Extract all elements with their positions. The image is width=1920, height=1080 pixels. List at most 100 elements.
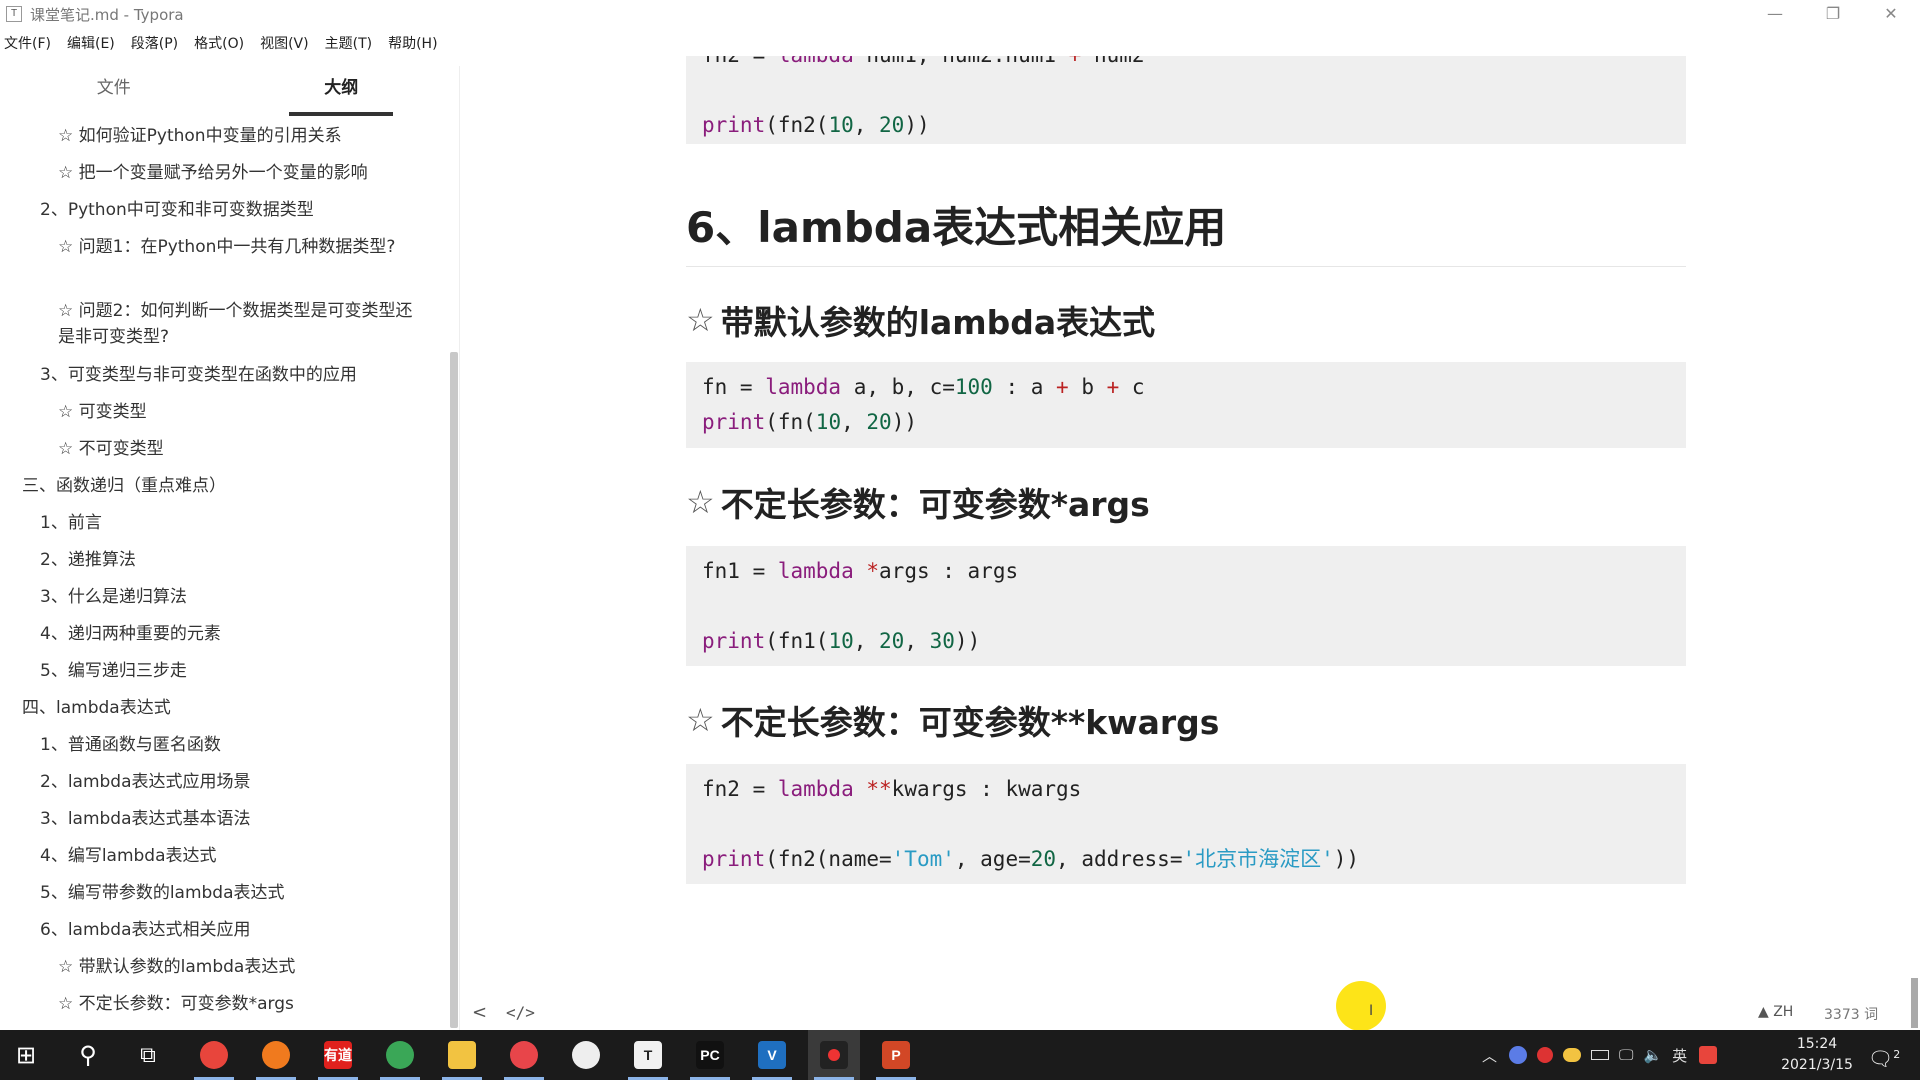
start-icon: ⊞ bbox=[15, 1041, 37, 1069]
tab-files[interactable]: 文件 bbox=[0, 66, 228, 118]
language-indicator[interactable]: ▲ ZH bbox=[1758, 1004, 1793, 1020]
taskbar-screen-recorder[interactable] bbox=[498, 1030, 550, 1080]
outline-item[interactable]: 6、lambda表达式相关应用 bbox=[0, 912, 450, 949]
app-tray-icon[interactable] bbox=[1509, 1046, 1528, 1064]
code-line[interactable]: fn = lambda a, b, c=100 : a + b + c bbox=[702, 370, 1670, 405]
outline-item[interactable]: 1、前言 bbox=[0, 505, 450, 542]
outline-item[interactable]: 2、Python中可变和非可变数据类型 bbox=[0, 192, 450, 229]
word-count[interactable]: 3373 词 bbox=[1824, 1004, 1878, 1024]
taskbar-firefox[interactable] bbox=[250, 1030, 302, 1080]
taskbar-recorder[interactable] bbox=[808, 1030, 860, 1080]
screen-recorder-icon bbox=[510, 1041, 538, 1069]
menu-edit[interactable]: 编辑(E) bbox=[67, 33, 115, 53]
code-line[interactable]: fn2 = lambda num1, num2:num1 + num2 bbox=[702, 56, 1670, 73]
sidebar: 文件 大纲 ☆ 如何验证Python中变量的引用关系 ☆ 把一个变量赋予给另外一个… bbox=[0, 66, 460, 1051]
source-mode-button[interactable]: </> bbox=[506, 1003, 535, 1022]
outline-item[interactable]: ☆ 带默认参数的lambda表达式 bbox=[0, 949, 450, 986]
minimize-icon[interactable]: — bbox=[1746, 0, 1804, 28]
window-title: 课堂笔记.md - Typora bbox=[30, 5, 184, 24]
network-icon[interactable]: 🖵 bbox=[1619, 1046, 1633, 1064]
code-line[interactable]: fn1 = lambda *args : args bbox=[702, 554, 1670, 589]
menu-theme[interactable]: 主题(T) bbox=[325, 33, 372, 53]
outline-item[interactable]: 2、递推算法 bbox=[0, 542, 450, 579]
code-block[interactable]: fn2 = lambda **kwargs : kwargs print(fn2… bbox=[686, 764, 1686, 884]
chrome-alt-icon bbox=[386, 1041, 414, 1069]
search-icon: ⚲ bbox=[79, 1041, 97, 1069]
star-icon: ☆ bbox=[686, 483, 715, 521]
editor-scrollbar[interactable] bbox=[1911, 978, 1918, 1028]
menu-help[interactable]: 帮助(H) bbox=[388, 33, 437, 53]
volume-icon[interactable]: 🔈 bbox=[1643, 1046, 1662, 1064]
outline-item[interactable]: 5、编写递归三步走 bbox=[0, 653, 450, 690]
code-block[interactable]: fn1 = lambda *args : args print(fn1(10, … bbox=[686, 546, 1686, 666]
outline-item[interactable]: 四、lambda表达式 bbox=[0, 690, 450, 727]
outline-item[interactable]: 3、可变类型与非可变类型在函数中的应用 bbox=[0, 357, 450, 394]
code-block[interactable]: fn = lambda a, b, c=100 : a + b + c print… bbox=[686, 362, 1686, 448]
clock-app-icon bbox=[572, 1041, 600, 1069]
code-line[interactable]: fn2 = lambda **kwargs : kwargs bbox=[702, 772, 1670, 807]
code-line[interactable]: print(fn(10, 20)) bbox=[702, 405, 1670, 440]
menu-view[interactable]: 视图(V) bbox=[260, 33, 309, 53]
outline-item[interactable]: 3、lambda表达式基本语法 bbox=[0, 801, 450, 838]
file-explorer-icon bbox=[448, 1041, 476, 1069]
powerpoint-icon: P bbox=[882, 1041, 910, 1069]
record-tray-icon[interactable] bbox=[1537, 1047, 1554, 1063]
outline-item[interactable]: ☆ 把一个变量赋予给另外一个变量的影响 bbox=[0, 155, 450, 192]
outline-item[interactable]: ☆ 问题2：如何判断一个数据类型是可变类型还是非可变类型? bbox=[0, 293, 450, 357]
outline-item[interactable]: 4、编写lambda表达式 bbox=[0, 838, 450, 875]
ime-indicator[interactable]: 英 bbox=[1672, 1045, 1687, 1066]
outline-item[interactable]: 4、递归两种重要的元素 bbox=[0, 616, 450, 653]
code-line[interactable] bbox=[702, 589, 1670, 624]
menu-file[interactable]: 文件(F) bbox=[4, 33, 51, 53]
taskbar-chrome-alt[interactable] bbox=[374, 1030, 426, 1080]
editor-content[interactable]: fn2 = lambda num1, num2:num1 + num2 prin… bbox=[460, 56, 1920, 1030]
taskbar-vm-app[interactable]: V bbox=[746, 1030, 798, 1080]
sidebar-scrollbar[interactable] bbox=[450, 352, 458, 1028]
outline-item[interactable]: ☆ 可变类型 bbox=[0, 394, 450, 431]
taskbar-clock-app[interactable] bbox=[560, 1030, 612, 1080]
code-line[interactable] bbox=[702, 73, 1670, 108]
taskbar-pycharm[interactable]: PC bbox=[684, 1030, 736, 1080]
taskbar-task-view[interactable]: ⧉ bbox=[122, 1030, 174, 1080]
taskbar-clock[interactable]: 15:24 2021/3/15 bbox=[1772, 1034, 1862, 1076]
taskbar-powerpoint[interactable]: P bbox=[870, 1030, 922, 1080]
vm-app-icon: V bbox=[758, 1041, 786, 1069]
outline-item[interactable]: 1、普通函数与匿名函数 bbox=[0, 727, 450, 764]
outline-item[interactable]: 3、什么是递归算法 bbox=[0, 579, 450, 616]
menu-paragraph[interactable]: 段落(P) bbox=[131, 33, 178, 53]
notification-center-button[interactable]: 🗨2 bbox=[1866, 1038, 1902, 1072]
code-line[interactable]: print(fn2(10, 20)) bbox=[702, 108, 1670, 143]
close-icon[interactable]: ✕ bbox=[1862, 0, 1920, 28]
typora-app-icon: T bbox=[6, 6, 22, 22]
taskbar-typora[interactable]: T bbox=[622, 1030, 674, 1080]
heading-divider bbox=[686, 266, 1686, 267]
chevron-up-icon[interactable]: ︿ bbox=[1482, 1045, 1497, 1066]
taskbar-start[interactable]: ⊞ bbox=[0, 1030, 52, 1080]
outline-item[interactable]: 三、函数递归（重点难点） bbox=[0, 468, 450, 505]
taskbar-youdao[interactable]: 有道 bbox=[312, 1030, 364, 1080]
battery-icon[interactable] bbox=[1591, 1050, 1610, 1060]
outline-item[interactable]: ☆ 不可变类型 bbox=[0, 431, 450, 468]
taskbar-chrome[interactable] bbox=[188, 1030, 240, 1080]
outline-item[interactable]: ☆ 如何验证Python中变量的引用关系 bbox=[0, 118, 450, 155]
outline-item[interactable]: ☆ 不定长参数：可变参数*args bbox=[0, 986, 450, 1023]
taskbar-search[interactable]: ⚲ bbox=[62, 1030, 114, 1080]
code-block[interactable]: fn2 = lambda num1, num2:num1 + num2 prin… bbox=[686, 56, 1686, 144]
code-line[interactable]: print(fn1(10, 20, 30)) bbox=[702, 624, 1670, 659]
restore-icon[interactable]: ❐ bbox=[1804, 0, 1862, 28]
taskbar-file-explorer[interactable] bbox=[436, 1030, 488, 1080]
heading-kwargs: ☆ 不定长参数：可变参数**kwargs bbox=[686, 696, 1219, 744]
outline-item[interactable]: ☆ 问题1：在Python中一共有几种数据类型? bbox=[0, 229, 450, 293]
heading-text: 不定长参数：可变参数**kwargs bbox=[720, 703, 1220, 742]
menu-format[interactable]: 格式(O) bbox=[194, 33, 244, 53]
outline-item[interactable]: 5、编写带参数的lambda表达式 bbox=[0, 875, 450, 912]
typora-icon: T bbox=[634, 1041, 662, 1069]
title-bar: T 课堂笔记.md - Typora — ❐ ✕ bbox=[0, 0, 1920, 28]
cloud-tray-icon[interactable] bbox=[1563, 1048, 1582, 1062]
code-line[interactable]: print(fn2(name='Tom', age=20, address='北… bbox=[702, 842, 1670, 877]
code-line[interactable] bbox=[702, 807, 1670, 842]
toggle-sidebar-button[interactable]: < bbox=[472, 1002, 487, 1023]
tab-outline[interactable]: 大纲 bbox=[228, 66, 456, 118]
sogou-ime-icon[interactable] bbox=[1699, 1046, 1718, 1064]
outline-item[interactable]: 2、lambda表达式应用场景 bbox=[0, 764, 450, 801]
